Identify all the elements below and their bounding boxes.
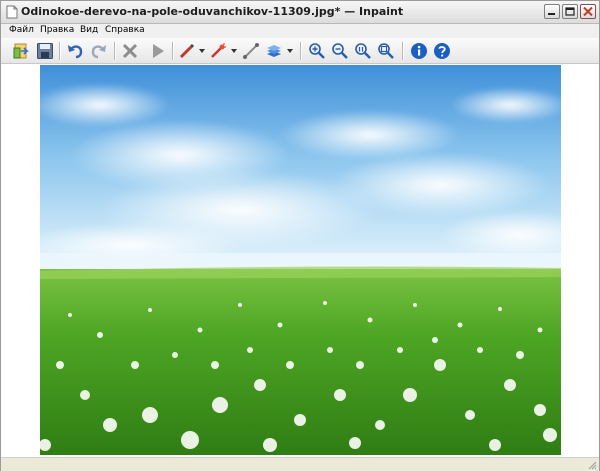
toolbar-separator <box>402 42 404 60</box>
workspace <box>1 64 599 457</box>
app-window: Odinokoe-derevo-na-pole-oduvanchikov-113… <box>0 0 600 471</box>
layers-button[interactable] <box>263 40 285 62</box>
image-canvas[interactable] <box>40 65 561 455</box>
erase-button[interactable] <box>119 40 141 62</box>
chevron-down-icon[interactable] <box>231 49 237 53</box>
save-icon <box>37 43 53 59</box>
toolbar <box>1 38 599 64</box>
toolbar-separator <box>300 42 302 60</box>
menu-view[interactable]: Вид <box>80 25 98 35</box>
help-button[interactable] <box>431 40 453 62</box>
status-bar <box>1 457 599 471</box>
open-button[interactable] <box>10 40 32 62</box>
help-icon <box>434 43 450 59</box>
zoom-actual-icon <box>355 43 371 59</box>
document-icon <box>6 5 18 19</box>
maximize-icon <box>565 7 575 16</box>
run-icon <box>153 44 164 58</box>
info-button[interactable] <box>408 40 430 62</box>
minimize-icon <box>548 13 555 15</box>
minimize-button[interactable] <box>544 4 560 19</box>
menu-edit[interactable]: Правка <box>40 25 74 35</box>
menu-file[interactable]: Файл <box>9 25 34 35</box>
close-button[interactable] <box>580 4 596 19</box>
window-title: Odinokoe-derevo-na-pole-oduvanchikov-113… <box>21 5 404 18</box>
undo-icon <box>68 45 83 59</box>
toolbar-separator <box>172 42 174 60</box>
zoom-in-icon <box>309 43 325 59</box>
title-bar[interactable]: Odinokoe-derevo-na-pole-oduvanchikov-113… <box>1 1 599 24</box>
save-button[interactable] <box>34 40 56 62</box>
line-icon <box>243 43 259 59</box>
magic-wand-icon <box>211 43 226 58</box>
resize-grip-icon[interactable] <box>587 460 597 470</box>
toolbar-separator <box>114 42 116 60</box>
layers-icon <box>267 45 281 57</box>
maximize-button[interactable] <box>562 4 578 19</box>
menu-help[interactable]: Справка <box>105 25 145 35</box>
redo-button[interactable] <box>88 40 110 62</box>
erase-icon <box>122 43 138 59</box>
menu-bar: Файл Правка Вид Справка <box>1 24 599 38</box>
close-icon <box>583 7 593 16</box>
zoom-fit-icon <box>378 43 394 59</box>
line-button[interactable] <box>240 40 262 62</box>
redo-icon <box>91 45 106 59</box>
zoom-fit-button[interactable] <box>375 40 397 62</box>
marker-icon <box>179 43 195 59</box>
marker-button[interactable] <box>176 40 198 62</box>
magic-wand-button[interactable] <box>207 40 229 62</box>
zoom-out-icon <box>332 43 348 59</box>
chevron-down-icon[interactable] <box>199 49 205 53</box>
landscape-image <box>40 65 561 455</box>
run-button[interactable] <box>147 40 169 62</box>
zoom-actual-button[interactable] <box>352 40 374 62</box>
zoom-out-button[interactable] <box>329 40 351 62</box>
zoom-in-button[interactable] <box>306 40 328 62</box>
open-icon <box>13 43 29 59</box>
info-icon <box>411 43 427 59</box>
chevron-down-icon[interactable] <box>287 49 293 53</box>
undo-button[interactable] <box>64 40 86 62</box>
toolbar-separator <box>59 42 61 60</box>
